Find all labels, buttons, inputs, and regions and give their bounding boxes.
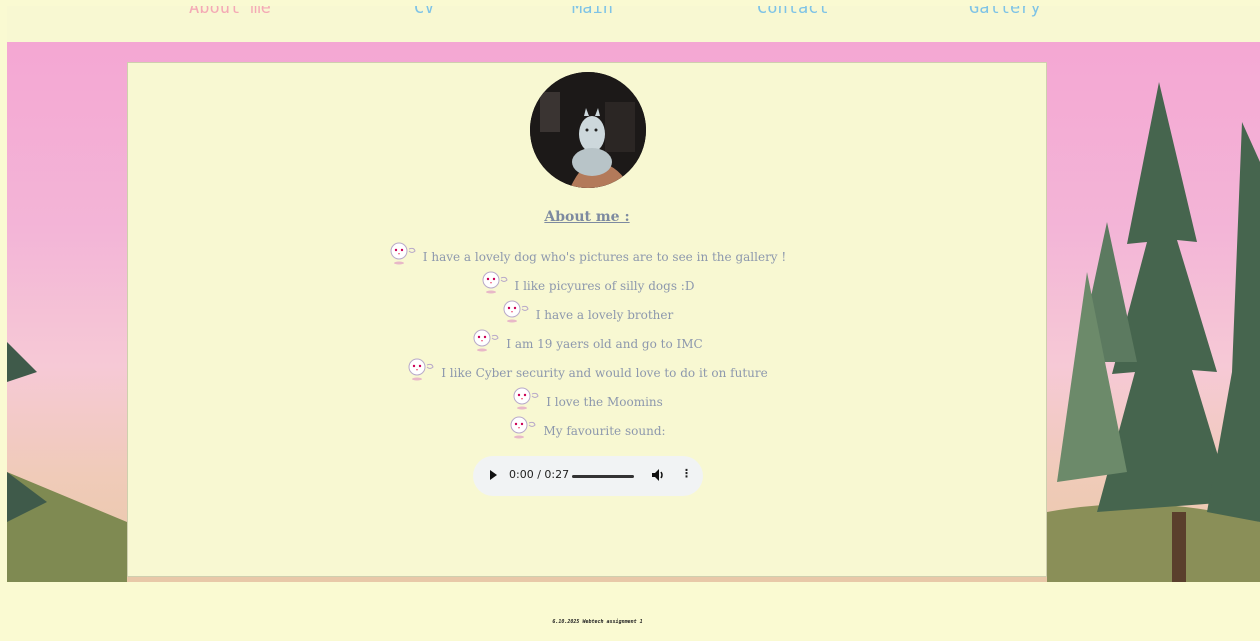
cute-bird-icon (508, 415, 540, 441)
about-line: I like picyures of silly dogs :D (128, 270, 1046, 296)
about-line: I have a lovely dog who's pictures are t… (128, 241, 1046, 267)
cute-bird-icon (388, 241, 420, 267)
about-line: I am 19 yaers old and go to IMC (128, 328, 1046, 354)
about-line-text: I have a lovely brother (535, 308, 674, 322)
cute-bird-icon (501, 299, 533, 325)
about-heading: About me : (544, 209, 630, 225)
about-line: I have a lovely brother (128, 299, 1046, 325)
about-line: I like Cyber security and would love to … (128, 357, 1046, 383)
footer-text: 6.10.2025 Webtech assignment 1 (552, 619, 643, 625)
avatar (530, 72, 646, 188)
about-line-text: I am 19 yaers old and go to IMC (506, 337, 703, 351)
about-line-text: I love the Moomins (546, 395, 663, 409)
audio-seek-slider[interactable] (572, 475, 634, 478)
cute-bird-icon (511, 386, 543, 412)
play-icon[interactable] (490, 470, 497, 480)
about-line-text: I have a lovely dog who's pictures are t… (422, 250, 787, 264)
audio-player[interactable]: 0:00 / 0:27 ⋮ (473, 456, 703, 496)
cute-bird-icon (480, 270, 512, 296)
nav-about-me[interactable]: About me (189, 6, 271, 18)
top-navigation: About me CV Main Contact Gallery (7, 6, 1260, 42)
about-line: My favourite sound: (128, 415, 1046, 441)
about-line-text: I like Cyber security and would love to … (441, 366, 768, 380)
nav-main[interactable]: Main (572, 6, 613, 18)
nav-gallery[interactable]: Gallery (969, 6, 1041, 18)
about-line: I love the Moomins (128, 386, 1046, 412)
about-card: About me : I have a lovely dog who's pic… (127, 62, 1047, 577)
nav-cv[interactable]: CV (414, 6, 434, 18)
audio-time: 0:00 / 0:27 (509, 468, 570, 481)
about-line-text: I like picyures of silly dogs :D (514, 279, 695, 293)
nav-contact[interactable]: Contact (757, 6, 829, 18)
cute-bird-icon (471, 328, 503, 354)
volume-icon[interactable] (651, 468, 665, 485)
more-vert-icon[interactable]: ⋮ (681, 467, 692, 480)
cute-bird-icon (406, 357, 438, 383)
about-line-text: My favourite sound: (543, 424, 666, 438)
